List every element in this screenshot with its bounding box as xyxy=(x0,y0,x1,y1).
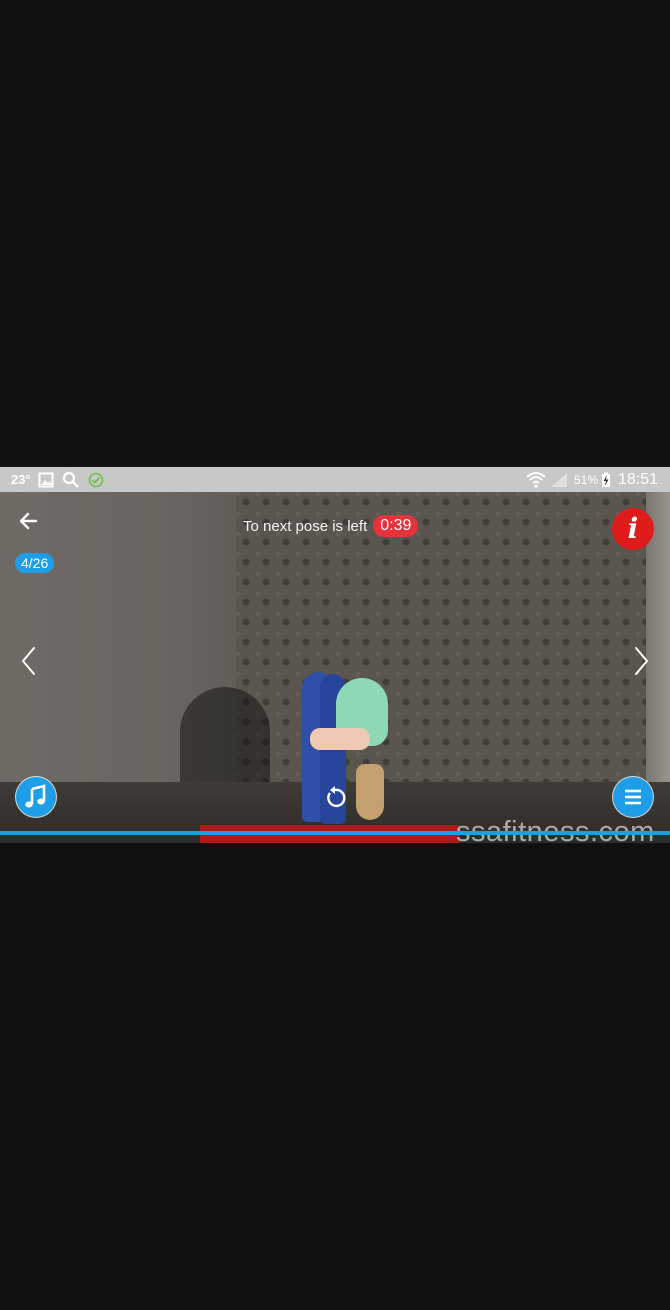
video-frame-shadow xyxy=(180,687,270,797)
clock-time: 18:51 xyxy=(618,470,659,488)
figure-arms xyxy=(310,728,370,750)
info-icon: i xyxy=(627,512,639,545)
previous-pose-button[interactable] xyxy=(16,644,42,678)
signal-icon xyxy=(550,467,568,492)
timer-value: 0:39 xyxy=(373,515,419,537)
video-seek-bar[interactable] xyxy=(0,831,670,835)
yoga-pose-figure xyxy=(296,668,396,838)
replay-icon xyxy=(327,786,346,808)
battery-charging-icon xyxy=(601,467,611,492)
replay-button[interactable] xyxy=(322,785,348,811)
wifi-icon xyxy=(526,467,546,492)
search-icon xyxy=(62,467,80,492)
next-pose-button[interactable] xyxy=(628,644,654,678)
back-arrow-icon xyxy=(19,512,38,530)
check-circle-icon xyxy=(88,467,104,492)
menu-icon xyxy=(625,789,641,805)
gallery-icon xyxy=(38,467,54,492)
chevron-left-icon xyxy=(21,647,35,675)
video-player[interactable]: ssafitness.com To next pose is left 0:39… xyxy=(0,492,670,843)
music-button[interactable] xyxy=(16,777,56,817)
figure-hair xyxy=(356,764,384,820)
temperature-text: 23° xyxy=(11,472,31,487)
info-button[interactable]: i xyxy=(612,508,654,550)
back-button[interactable] xyxy=(16,508,42,534)
status-bar: 23° 51% 18:51 xyxy=(0,467,670,492)
pose-progress-badge: 4/26 xyxy=(15,553,55,573)
music-note-icon xyxy=(25,784,46,808)
chevron-right-icon xyxy=(635,647,649,675)
watermark-text: ssafitness.com xyxy=(456,816,655,843)
menu-button[interactable] xyxy=(613,777,653,817)
pose-timer: To next pose is left 0:39 xyxy=(243,515,419,537)
battery-percent: 51% xyxy=(574,472,599,487)
timer-label: To next pose is left xyxy=(243,517,368,535)
